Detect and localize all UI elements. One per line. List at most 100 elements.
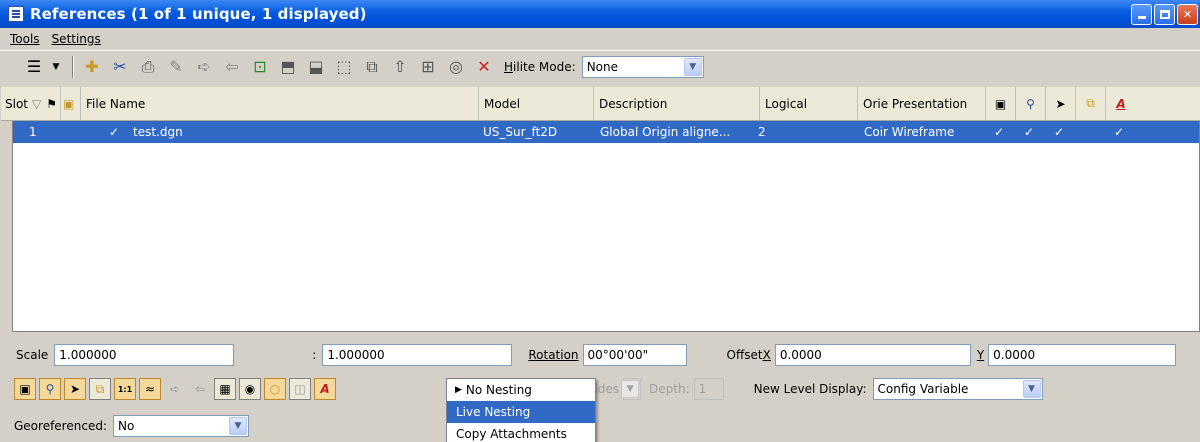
raster-toggle-icon[interactable]: ◉ [239, 378, 261, 400]
col-logical[interactable]: Logical [760, 87, 858, 120]
maximize-button[interactable] [1154, 4, 1175, 25]
mirror-icon[interactable]: ⊡ [248, 55, 272, 79]
row-slot: 1 [29, 125, 37, 139]
delete-icon[interactable]: ✕ [472, 55, 496, 79]
menu-item-no-nesting[interactable]: ▶ No Nesting [447, 379, 595, 401]
detach-icon[interactable]: ✂ [108, 55, 132, 79]
cursor-icon: ➤ [1055, 96, 1066, 111]
depth-input[interactable]: 1 [693, 378, 724, 400]
col-description-label: Description [599, 96, 668, 111]
hilite-mode-select[interactable]: None ▼ [581, 55, 704, 78]
snap-icon[interactable]: ◎ [444, 55, 468, 79]
row-description: Global Origin aligne... [600, 125, 731, 139]
move-icon[interactable]: ⬚ [332, 55, 356, 79]
display-toggle-icon[interactable]: ▣ [14, 378, 36, 400]
rotation-value: 00°00'00" [587, 348, 649, 362]
scale-ref-input[interactable]: 1.000000 [322, 344, 513, 366]
col-display-flag[interactable]: ▣ [986, 87, 1016, 120]
col-snap-flag[interactable]: ⚲ [1016, 87, 1046, 120]
locate-toggle-icon[interactable]: ➤ [64, 378, 86, 400]
offset-label: Offset [726, 348, 763, 362]
row-flag-display[interactable]: ✓ [984, 125, 1014, 139]
row-flag-level[interactable]: ✓ [1104, 125, 1134, 139]
snap-flag-icon: ⚲ [1026, 96, 1035, 111]
menu-item-no-nesting-label: No Nesting [465, 383, 532, 397]
row-flag-snap[interactable]: ✓ [1014, 125, 1044, 139]
col-level-flag[interactable]: A [1106, 87, 1136, 120]
col-slot-label: Slot [5, 96, 28, 111]
col-logical-label: Logical [765, 96, 808, 111]
list-dropdown-icon[interactable]: ▼ [50, 55, 62, 79]
lock-icon: ⧉ [1086, 96, 1095, 110]
references-table: Slot ▽ ⚑ ▣ File Name Model Description Log… [1, 87, 1200, 332]
scale-master-input[interactable]: 1.000000 [54, 344, 235, 366]
clip-front-icon[interactable]: ➪ [164, 378, 186, 400]
lock-toggle-icon[interactable]: ⧉ [89, 378, 111, 400]
chevron-down-icon: ▼ [1022, 380, 1041, 398]
attach-icon[interactable]: ✚ [80, 55, 104, 79]
row-flag-locate[interactable]: ✓ [1044, 125, 1074, 139]
plot-toggle-icon[interactable]: ◫ [289, 378, 311, 400]
depth-label: Depth: [649, 382, 690, 396]
clip-delete-icon[interactable]: ⇦ [220, 55, 244, 79]
rotate-icon[interactable]: ⬒ [276, 55, 300, 79]
clip-mask-icon[interactable]: ➪ [192, 55, 216, 79]
offset-x-value: 0.0000 [779, 348, 822, 362]
line-style-toggle-icon[interactable]: ≈ [139, 378, 161, 400]
exchange-icon[interactable]: ⊞ [416, 55, 440, 79]
level-toggle-icon[interactable]: A [314, 378, 336, 400]
window-icon [8, 6, 24, 22]
clip-boundary-icon[interactable]: ✎ [164, 55, 188, 79]
reload-icon[interactable]: ⎙ [136, 55, 160, 79]
col-locate-flag[interactable]: ➤ [1046, 87, 1076, 120]
col-lock-flag[interactable]: ⧉ [1076, 87, 1106, 120]
menu-item-live-nesting[interactable]: Live Nesting [447, 401, 595, 423]
menu-tools[interactable]: Tools [4, 32, 46, 46]
georeferenced-label: Georeferenced: [14, 419, 107, 433]
col-model[interactable]: Model [479, 87, 594, 120]
allow-overrides-select[interactable]: ▼ [621, 378, 642, 400]
title-bar: References (1 of 1 unique, 1 displayed) … [0, 0, 1200, 28]
toolbar-separator [72, 55, 74, 78]
row-file-name: test.dgn [133, 125, 183, 139]
close-button[interactable]: ✕ [1177, 4, 1198, 25]
clip-back-icon[interactable]: ⇦ [189, 378, 211, 400]
new-level-display-label: New Level Display: [753, 382, 867, 396]
menu-item-live-nesting-label: Live Nesting [456, 405, 531, 419]
toolbar: ☰ ▼ ✚ ✂ ⎙ ✎ ➪ ⇦ ⊡ ⬒ ⬓ ⬚ ⧉ ⇧ ⊞ ◎ ✕ Hilite… [0, 50, 1200, 82]
snap-toggle-icon[interactable]: ⚲ [39, 378, 61, 400]
true-scale-toggle-icon[interactable]: 1:1 [114, 378, 136, 400]
col-description[interactable]: Description [594, 87, 760, 120]
minimize-button[interactable] [1131, 4, 1152, 25]
row-model: US_Sur_ft2D [483, 125, 558, 139]
light-toggle-icon[interactable]: ○ [264, 378, 286, 400]
depth-value: 1 [698, 382, 707, 396]
table-header: Slot ▽ ⚑ ▣ File Name Model Description Log… [1, 87, 1200, 121]
offset-y-label: Y [976, 348, 985, 362]
grid-toggle-icon[interactable]: ▦ [214, 378, 236, 400]
offset-x-input[interactable]: 0.0000 [774, 344, 971, 366]
merge-icon[interactable]: ⇧ [388, 55, 412, 79]
col-orie-presentation[interactable]: Orie Presentation [858, 87, 986, 120]
menu-settings[interactable]: Settings [46, 32, 107, 46]
col-slot[interactable]: Slot ▽ ⚑ [1, 87, 61, 120]
col-file-name[interactable]: File Name [81, 87, 479, 120]
menu-bar: Tools Settings [0, 28, 1200, 50]
offset-y-input[interactable]: 0.0000 [988, 344, 1177, 366]
rotation-input[interactable]: 00°00'00" [582, 344, 687, 366]
col-display[interactable]: ▣ [61, 87, 81, 120]
filter-icon: ▽ [32, 96, 42, 111]
level-icon: A [1116, 96, 1126, 111]
menu-item-copy-attachments[interactable]: Copy Attachments [447, 423, 595, 442]
list-tree-icon[interactable]: ☰ [22, 55, 46, 79]
row-display-check[interactable]: ✓ [109, 125, 133, 139]
new-level-display-select[interactable]: Config Variable ▼ [872, 378, 1043, 400]
table-row[interactable]: 1 ✓ test.dgn US_Sur_ft2D Global Origin a… [13, 121, 1199, 143]
scale-icon[interactable]: ⬓ [304, 55, 328, 79]
maximize-icon [1159, 10, 1170, 19]
offset-x-label: X [762, 348, 771, 362]
hilite-mode-label-rest: ilite Mode: [513, 59, 576, 74]
scale-label: Scale [16, 348, 49, 362]
copy-icon[interactable]: ⧉ [360, 55, 384, 79]
georeferenced-select[interactable]: No ▼ [112, 415, 249, 437]
